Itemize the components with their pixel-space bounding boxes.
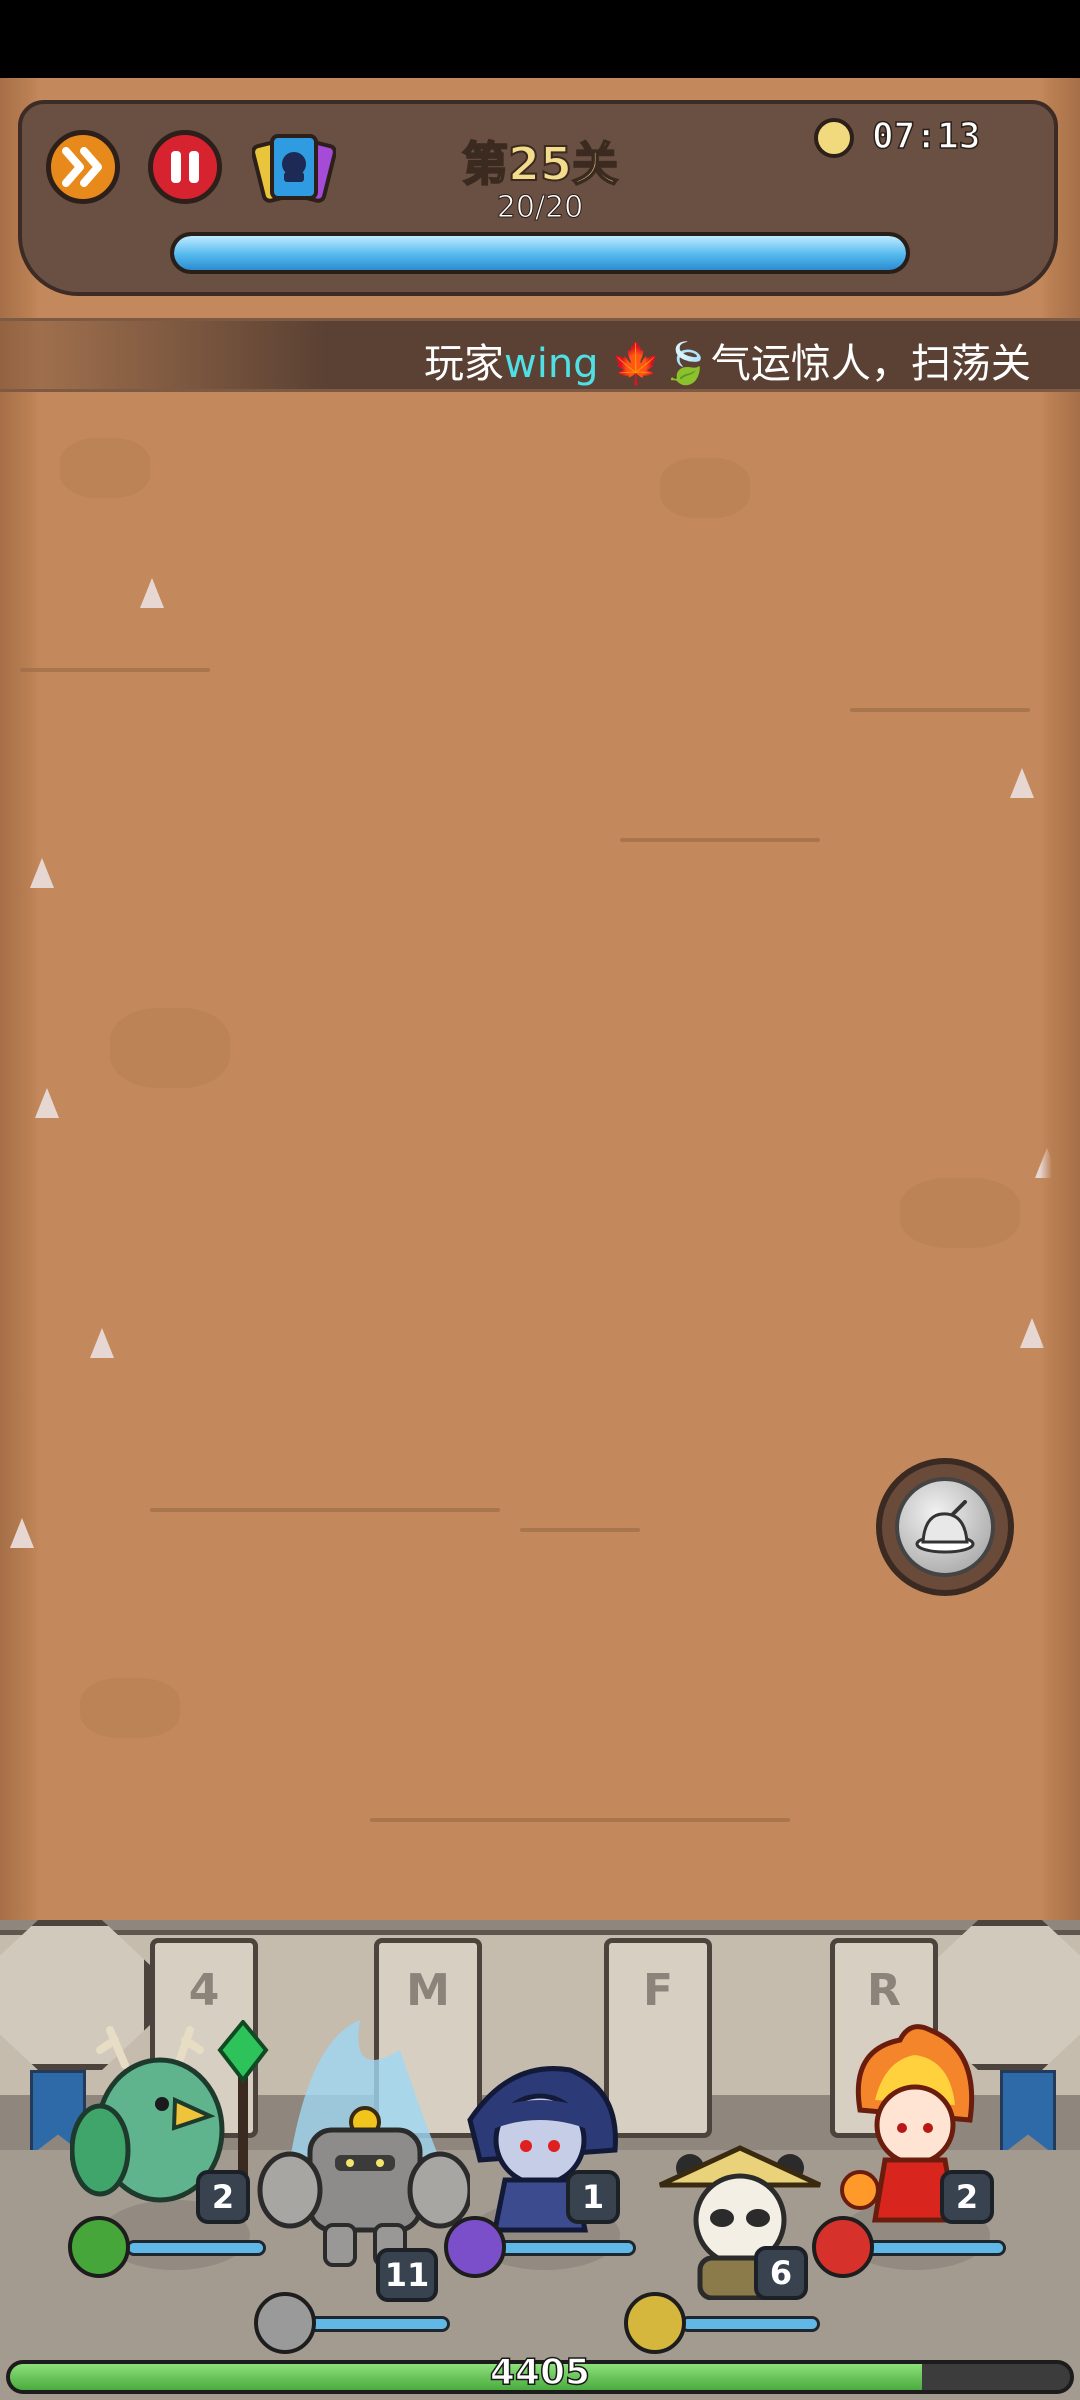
pause-button[interactable] xyxy=(148,130,222,204)
marquee-message: 气运惊人，扫荡关 xyxy=(710,341,1031,387)
ground-blotch xyxy=(660,458,750,518)
pillar-glyph: M xyxy=(406,1965,450,2016)
clock-icon xyxy=(814,118,854,158)
ground-crack xyxy=(20,668,210,672)
level-title: 第25关 xyxy=(461,136,619,192)
timer-text: 07:13 xyxy=(871,115,981,158)
skill-button-face xyxy=(895,1477,995,1577)
wave-count: 20/20 xyxy=(496,190,584,226)
fire-icon xyxy=(812,2216,874,2278)
ground-crack xyxy=(150,1508,500,1512)
hero-level-badge: 2 xyxy=(196,2170,250,2224)
rock-shard xyxy=(10,1518,34,1548)
roast-dish-icon xyxy=(915,1500,975,1554)
rock-shard xyxy=(35,1088,59,1118)
stone-golem-sprite xyxy=(257,2020,473,2267)
pillar-glyph: 4 xyxy=(188,1965,220,2016)
rock-shard xyxy=(1035,1148,1059,1178)
ground-crack xyxy=(620,838,820,842)
fast-forward-icon xyxy=(62,147,102,187)
hero-level-badge: 11 xyxy=(376,2248,438,2302)
announcement-marquee: 玩家wing 🍁🍃气运惊人，扫荡关 xyxy=(0,318,1080,392)
ground-blotch xyxy=(60,438,150,498)
marquee-emojis: 🍁🍃 xyxy=(611,341,711,387)
hero-hp-fill xyxy=(867,2243,1003,2253)
marquee-player-name: wing xyxy=(504,341,599,387)
shadow-icon xyxy=(444,2216,506,2278)
ground-blotch xyxy=(110,1008,230,1088)
rock-shard xyxy=(1010,768,1034,798)
rock-shard xyxy=(140,578,164,608)
hero-hp-bar xyxy=(496,2240,636,2256)
hero-level-badge: 6 xyxy=(754,2246,808,2300)
hero-level-badge: 2 xyxy=(940,2170,994,2224)
rock-shard xyxy=(90,1328,114,1358)
hero-hp-bar xyxy=(680,2316,820,2332)
ground-crack xyxy=(850,708,1030,712)
hero-stone-golem[interactable] xyxy=(250,2020,473,2290)
rock-shard xyxy=(30,858,54,888)
cards-button[interactable] xyxy=(252,128,336,208)
wind-icon xyxy=(68,2216,130,2278)
ground-crack xyxy=(370,1818,790,1822)
status-bar xyxy=(0,0,1080,78)
rock-icon xyxy=(254,2292,316,2354)
hero-hp-bar xyxy=(308,2316,450,2332)
skill-button[interactable] xyxy=(876,1458,1014,1596)
pillar-glyph: F xyxy=(642,1965,674,2016)
hero-hp-fill xyxy=(129,2243,263,2253)
wave-progress-fill xyxy=(174,236,906,270)
ground-blotch xyxy=(80,1678,180,1738)
ground-crack xyxy=(520,1528,640,1532)
hero-hp-fill xyxy=(499,2243,633,2253)
hero-level-badge: 1 xyxy=(566,2170,620,2224)
hero-hp-bar xyxy=(864,2240,1006,2256)
hero-hp-fill xyxy=(683,2319,817,2329)
wave-progress-bar xyxy=(170,232,910,274)
marquee-text: 玩家wing 🍁🍃气运惊人，扫荡关 xyxy=(424,331,1031,389)
earth-icon xyxy=(624,2292,686,2354)
hero-hp-bar xyxy=(126,2240,266,2256)
hero-hp-fill xyxy=(311,2319,447,2329)
marquee-prefix: 玩家 xyxy=(424,341,504,387)
pause-icon xyxy=(171,151,199,183)
ground-blotch xyxy=(900,1178,1020,1248)
base-health-value: 4405 xyxy=(489,2351,591,2394)
pillar-glyph: R xyxy=(867,1965,901,2016)
fast-forward-button[interactable] xyxy=(46,130,120,204)
rock-shard xyxy=(1020,1318,1044,1348)
cards-icon xyxy=(252,134,336,203)
